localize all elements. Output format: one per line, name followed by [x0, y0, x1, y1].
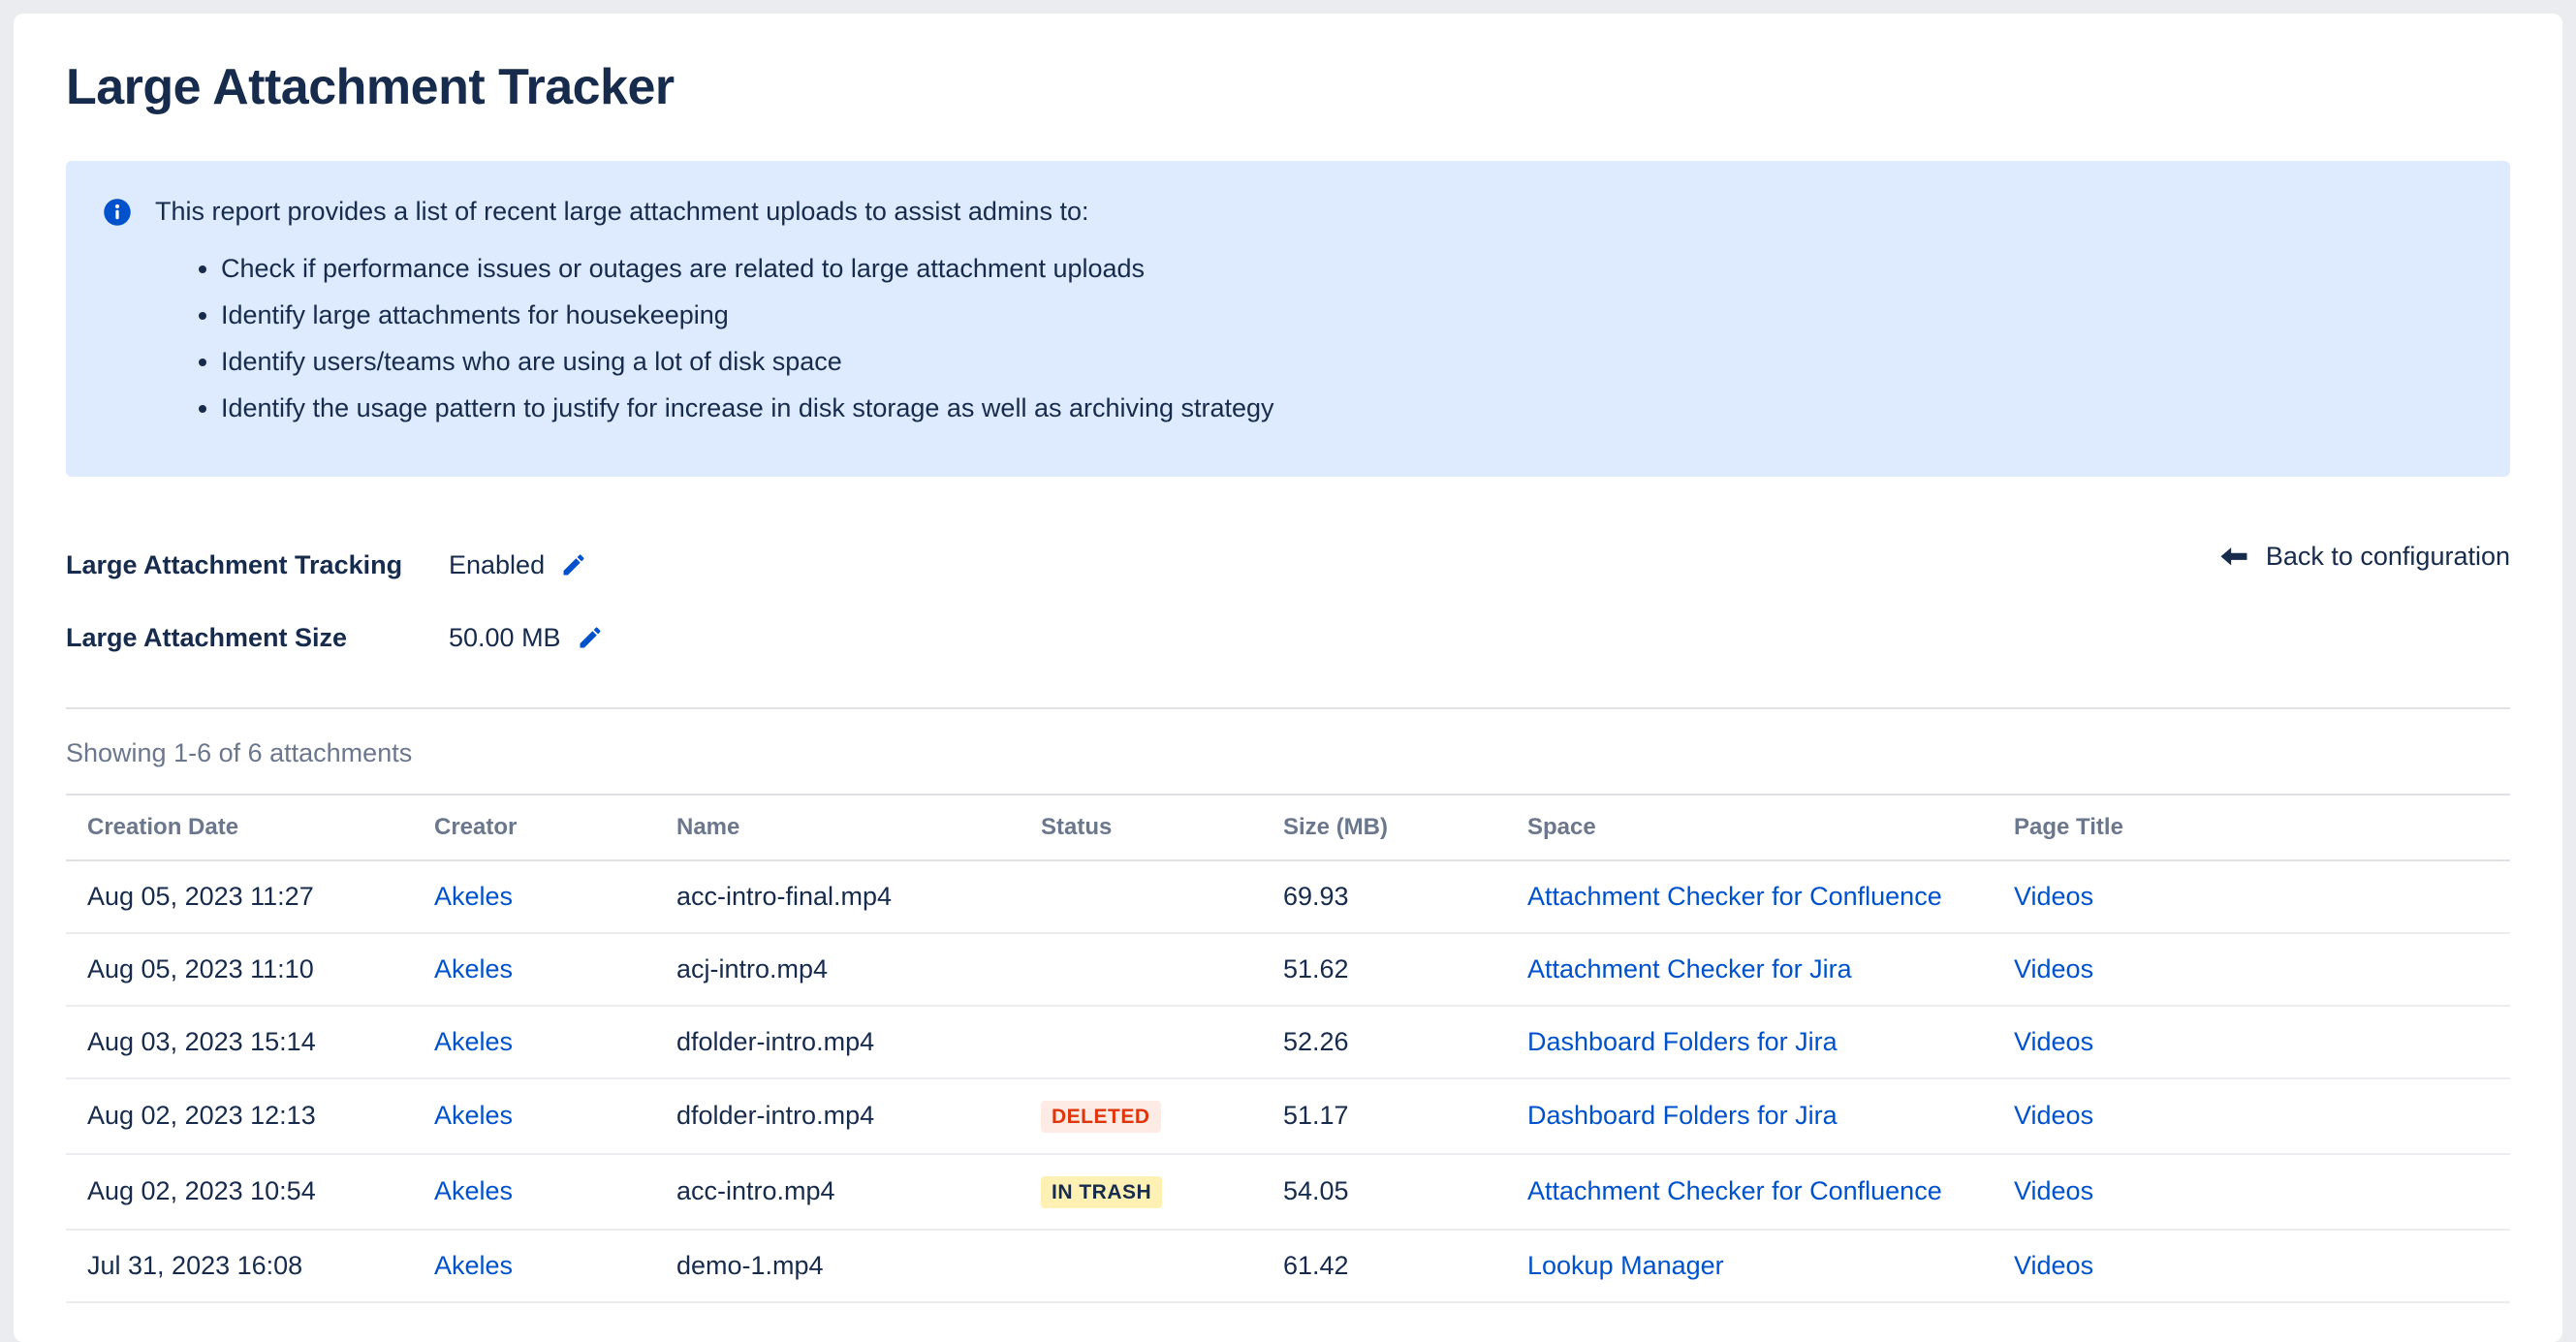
size-cell: 69.93	[1283, 860, 1527, 933]
info-panel: This report provides a list of recent la…	[66, 161, 2510, 477]
column-header-creator: Creator	[434, 795, 676, 860]
column-header-size: Size (MB)	[1283, 795, 1527, 860]
page-title-link[interactable]: Videos	[2014, 954, 2093, 983]
pencil-icon	[577, 624, 604, 651]
creator-link[interactable]: Akeles	[434, 882, 513, 911]
creation-date-cell: Aug 03, 2023 15:14	[66, 1006, 434, 1078]
space-link[interactable]: Attachment Checker for Confluence	[1527, 882, 1942, 911]
table-row: Aug 05, 2023 11:27 Akeles acc-intro-fina…	[66, 860, 2510, 933]
table-header-row: Creation Date Creator Name Status Size (…	[66, 795, 2510, 860]
page-title-link[interactable]: Videos	[2014, 1101, 2093, 1130]
column-header-page-title: Page Title	[2014, 795, 2510, 860]
attachment-name: dfolder-intro.mp4	[676, 1078, 1041, 1154]
creator-link[interactable]: Akeles	[434, 1101, 513, 1130]
edit-tracking-button[interactable]	[560, 551, 587, 578]
page-title: Large Attachment Tracker	[66, 58, 2510, 116]
creation-date-cell: Aug 02, 2023 10:54	[66, 1154, 434, 1230]
table-row: Aug 02, 2023 12:13 Akeles dfolder-intro.…	[66, 1078, 2510, 1154]
info-bullet: Identify large attachments for housekeep…	[221, 296, 2473, 334]
creator-link[interactable]: Akeles	[434, 1176, 513, 1205]
attachments-summary: Showing 1-6 of 6 attachments	[66, 738, 2510, 768]
size-cell: 51.62	[1283, 933, 1527, 1006]
content-card: Large Attachment Tracker This report pro…	[14, 14, 2562, 1342]
attachment-name: acj-intro.mp4	[676, 933, 1041, 1006]
table-row: Aug 03, 2023 15:14 Akeles dfolder-intro.…	[66, 1006, 2510, 1078]
column-header-status: Status	[1041, 795, 1283, 860]
size-label: Large Attachment Size	[66, 623, 449, 653]
table-row: Aug 05, 2023 11:10 Akeles acj-intro.mp4 …	[66, 933, 2510, 1006]
space-link[interactable]: Dashboard Folders for Jira	[1527, 1027, 1838, 1056]
space-link[interactable]: Attachment Checker for Confluence	[1527, 1176, 1942, 1205]
status-badge-in-trash: IN TRASH	[1041, 1176, 1162, 1208]
size-cell: 54.05	[1283, 1154, 1527, 1230]
creator-link[interactable]: Akeles	[434, 954, 513, 983]
size-cell: 61.42	[1283, 1230, 1527, 1302]
creator-link[interactable]: Akeles	[434, 1027, 513, 1056]
attachment-name: demo-1.mp4	[676, 1230, 1041, 1302]
back-arrow-icon	[2217, 541, 2250, 574]
creation-date-cell: Aug 02, 2023 12:13	[66, 1078, 434, 1154]
info-bullet: Identify users/teams who are using a lot…	[221, 343, 2473, 381]
size-cell: 51.17	[1283, 1078, 1527, 1154]
page-title-link[interactable]: Videos	[2014, 1176, 2093, 1205]
attachment-name: acc-intro-final.mp4	[676, 860, 1041, 933]
tracking-label: Large Attachment Tracking	[66, 550, 449, 580]
settings-section: Large Attachment Tracking Enabled Large …	[66, 529, 2510, 674]
info-bullet: Check if performance issues or outages a…	[221, 250, 2473, 288]
edit-size-button[interactable]	[577, 624, 604, 651]
tracking-value: Enabled	[449, 550, 545, 580]
creation-date-cell: Aug 05, 2023 11:10	[66, 933, 434, 1006]
attachment-name: acc-intro.mp4	[676, 1154, 1041, 1230]
status-badge-deleted: DELETED	[1041, 1101, 1161, 1133]
info-bullet: Identify the usage pattern to justify fo…	[221, 390, 2473, 427]
column-header-space: Space	[1527, 795, 2014, 860]
column-header-name: Name	[676, 795, 1041, 860]
info-icon	[103, 198, 132, 227]
info-bullet-list: Check if performance issues or outages a…	[103, 250, 2473, 427]
table-row: Aug 02, 2023 10:54 Akeles acc-intro.mp4 …	[66, 1154, 2510, 1230]
creation-date-cell: Aug 05, 2023 11:27	[66, 860, 434, 933]
back-to-configuration-link[interactable]: Back to configuration	[2217, 541, 2510, 574]
table-row: Jul 31, 2023 16:08 Akeles demo-1.mp4 61.…	[66, 1230, 2510, 1302]
column-header-creation-date: Creation Date	[66, 795, 434, 860]
page-title-link[interactable]: Videos	[2014, 882, 2093, 911]
pencil-icon	[560, 551, 587, 578]
back-link-label: Back to configuration	[2266, 542, 2510, 572]
page-title-link[interactable]: Videos	[2014, 1027, 2093, 1056]
info-intro: This report provides a list of recent la…	[155, 194, 1088, 231]
space-link[interactable]: Dashboard Folders for Jira	[1527, 1101, 1838, 1130]
attachment-name: dfolder-intro.mp4	[676, 1006, 1041, 1078]
size-value: 50.00 MB	[449, 623, 561, 653]
setting-row-size: Large Attachment Size 50.00 MB	[66, 602, 2510, 674]
space-link[interactable]: Attachment Checker for Jira	[1527, 954, 1852, 983]
creation-date-cell: Jul 31, 2023 16:08	[66, 1230, 434, 1302]
section-divider	[66, 707, 2510, 709]
setting-row-tracking: Large Attachment Tracking Enabled	[66, 529, 2510, 602]
size-cell: 52.26	[1283, 1006, 1527, 1078]
attachments-table: Creation Date Creator Name Status Size (…	[66, 794, 2510, 1303]
